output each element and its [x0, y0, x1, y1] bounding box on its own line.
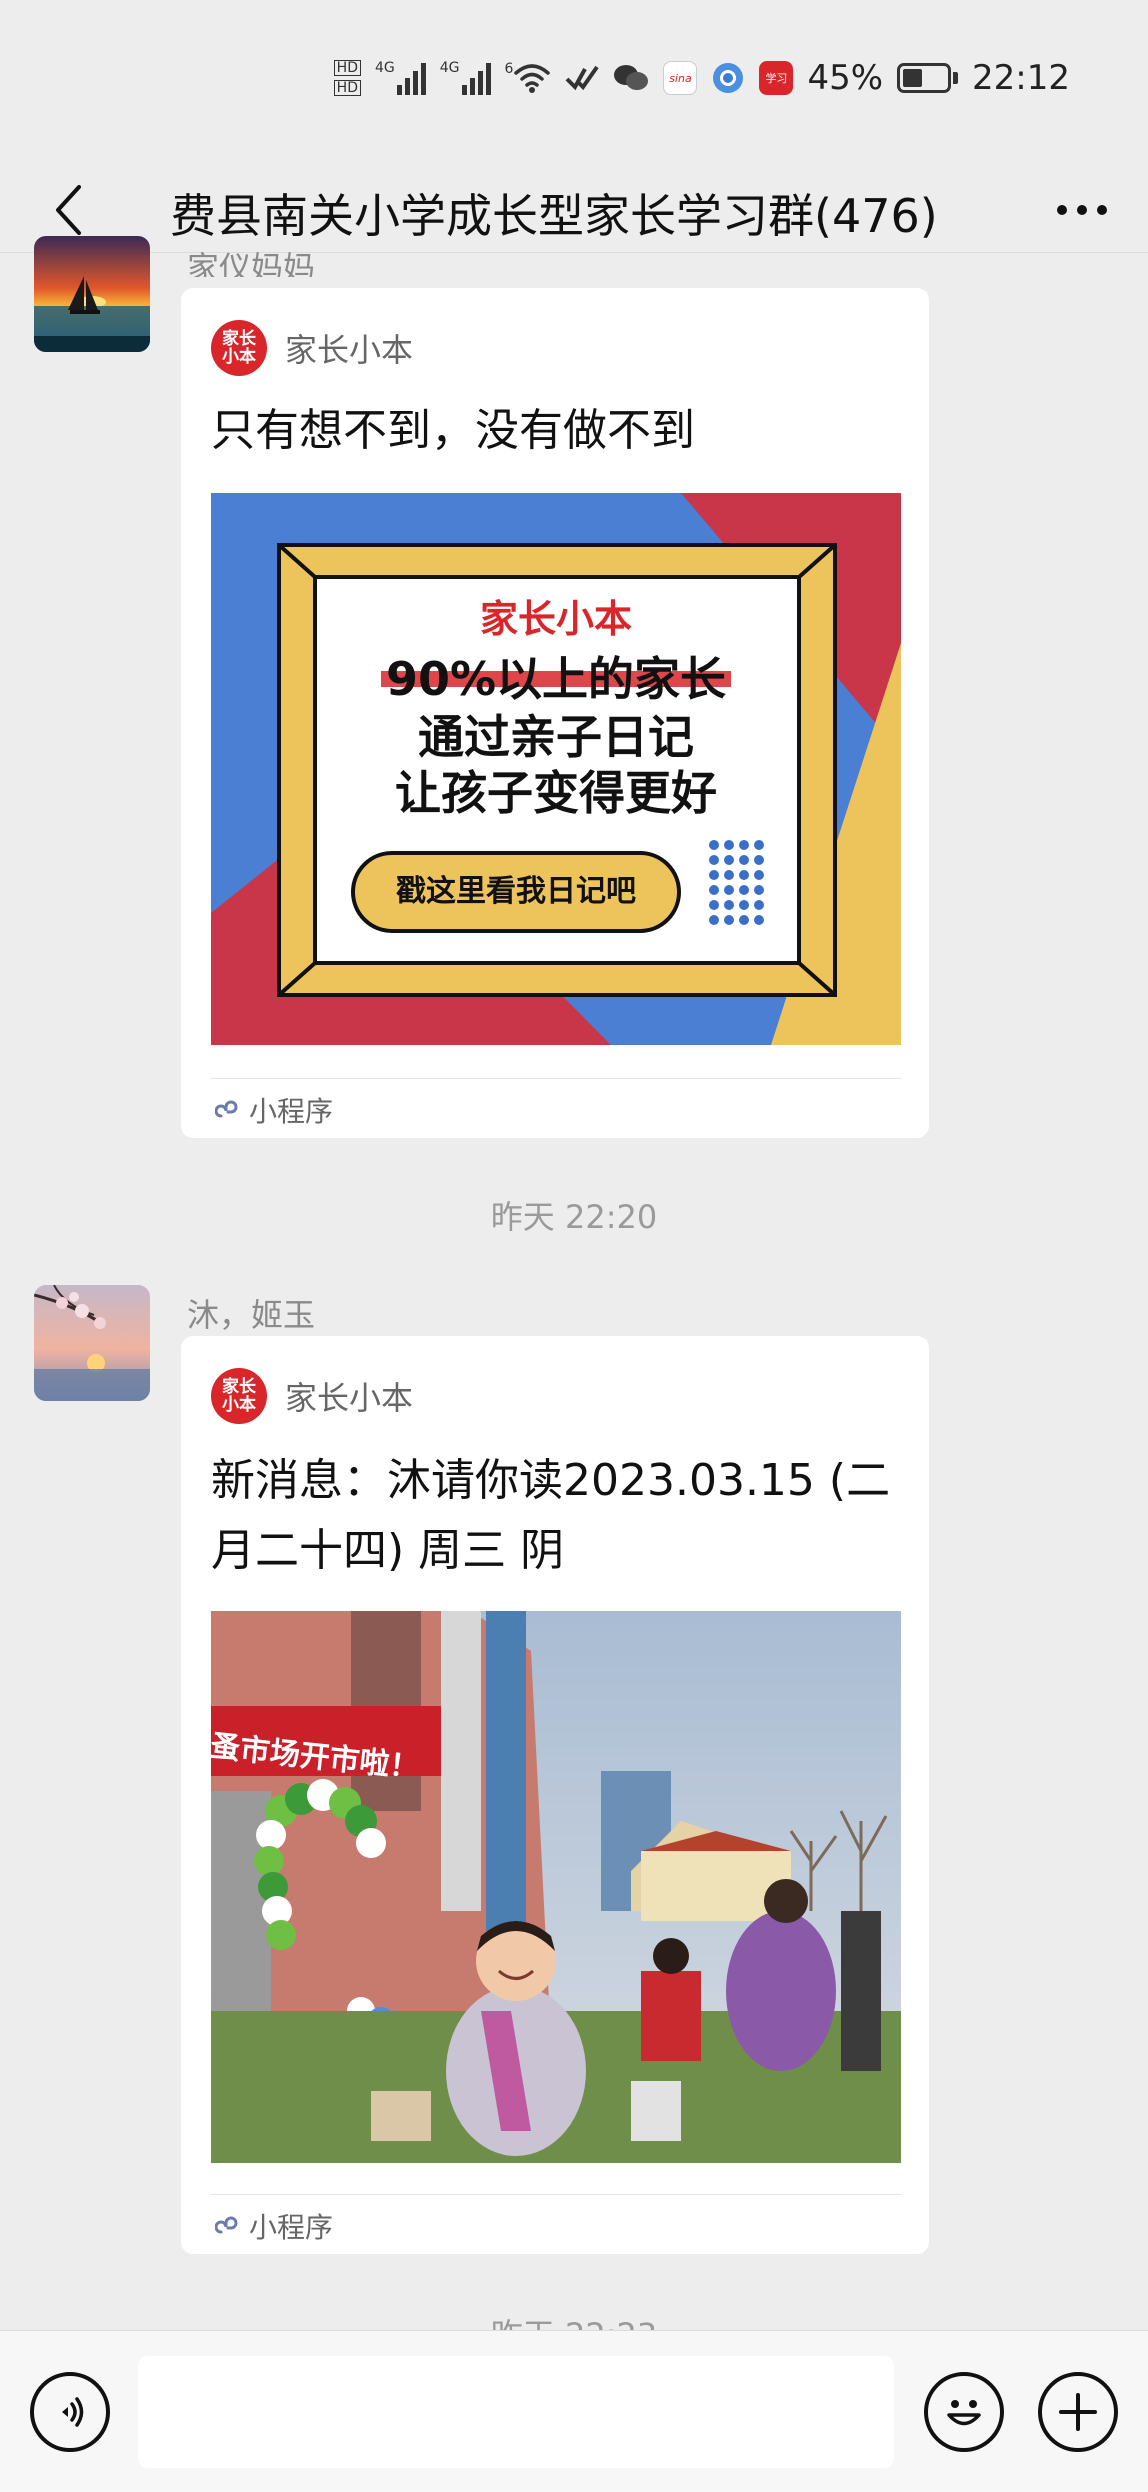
hd-label-2: HD	[333, 80, 361, 96]
plus-button[interactable]	[1038, 2372, 1118, 2452]
hd-label-1: HD	[333, 60, 361, 76]
miniprogram-card[interactable]: 家长小本 家长小本 只有想不到，没有做不到 家长小本 90%以上的家长 通过亲子…	[181, 288, 929, 1138]
input-bar	[0, 2330, 1148, 2492]
miniprogram-header: 家长小本 家长小本	[211, 320, 413, 376]
wechat-icon	[614, 65, 649, 90]
poster-line-3: 让孩子变得更好	[395, 766, 717, 820]
chat-header: 费县南关小学成长型家长学习群(476)	[0, 150, 1148, 268]
miniprogram-logo: 家长小本	[211, 320, 267, 376]
miniprogram-footer: 小程序	[215, 2206, 333, 2246]
battery-percent: 45%	[807, 58, 884, 98]
check-shield-icon	[566, 65, 600, 91]
dot-icon	[1057, 205, 1067, 215]
poster-cta-button: 戳这里看我日记吧	[396, 874, 636, 909]
poster-line-1: 90%以上的家长	[385, 652, 727, 706]
poster-brand: 家长小本	[479, 597, 632, 641]
status-bar: HD HD 4G 4G 6 sina 学习 45% 22:12	[0, 0, 1148, 150]
sina-app-icon: sina	[663, 61, 698, 95]
miniprogram-label: 小程序	[249, 1095, 334, 1128]
page-title: 费县南关小学成长型家长学习群(476)	[170, 189, 938, 243]
dot-icon	[1097, 205, 1107, 215]
net-type-1: 4G	[374, 60, 395, 76]
miniprogram-card[interactable]: 家长小本 家长小本 新消息：沐请你读2023.03.15 (二月二十四) 周三 …	[181, 1336, 929, 2254]
wifi-gen-label: 6	[504, 61, 514, 77]
photo-scene	[211, 1611, 901, 2163]
sunset-flowers-avatar	[34, 1285, 150, 1401]
study-app-label: 学习	[765, 72, 788, 85]
sender-name: 家仪妈妈	[187, 249, 316, 277]
card-title: 只有想不到，没有做不到	[211, 405, 695, 456]
avatar-sender-1[interactable]	[34, 236, 150, 352]
miniprogram-footer: 小程序	[215, 1090, 333, 1130]
browser-app-icon	[713, 63, 744, 93]
wifi-indicator: 6	[505, 62, 552, 94]
hd-indicators: HD HD	[333, 60, 361, 96]
miniprogram-header: 家长小本 家长小本	[211, 1368, 413, 1424]
message-input[interactable]	[138, 2356, 894, 2468]
miniprogram-name: 家长小本	[285, 331, 414, 369]
emoji-icon	[947, 2400, 981, 2426]
cell-signal-2: 4G	[440, 61, 491, 95]
more-button[interactable]	[1042, 170, 1122, 250]
battery-icon	[897, 63, 959, 93]
card-divider	[211, 1078, 901, 1079]
promo-poster: 家长小本 90%以上的家长 通过亲子日记 让孩子变得更好 戳这里看我日记吧	[211, 493, 901, 1045]
cell-signal-1: 4G	[375, 61, 426, 95]
card-divider	[211, 2194, 901, 2195]
signal-bars-icon	[396, 61, 426, 95]
plus-icon	[1059, 2393, 1097, 2431]
clock: 22:12	[972, 58, 1070, 98]
miniprogram-icon	[215, 1100, 238, 1118]
header-divider	[0, 252, 1148, 253]
miniprogram-name: 家长小本	[285, 1379, 414, 1417]
wifi-icon	[514, 64, 551, 93]
voice-icon	[62, 2397, 84, 2427]
sunset-sailboat-avatar	[34, 236, 150, 352]
card-title: 新消息：沐请你读2023.03.15 (二月二十四) 周三 阴	[211, 1455, 891, 1576]
signal-bars-icon	[461, 61, 491, 95]
sina-app-label: sina	[669, 71, 692, 85]
miniprogram-logo: 家长小本	[211, 1368, 267, 1424]
avatar-sender-2[interactable]	[34, 1285, 150, 1401]
emoji-button[interactable]	[924, 2372, 1004, 2452]
voice-button[interactable]	[30, 2372, 110, 2452]
timestamp: 昨天 22:20	[490, 1198, 658, 1236]
miniprogram-icon	[215, 2216, 238, 2234]
sender-name: 沐，姬玉	[187, 1296, 316, 1334]
net-type-2: 4G	[439, 60, 460, 76]
miniprogram-label: 小程序	[249, 2211, 334, 2244]
chevron-left-icon	[56, 185, 81, 235]
study-app-icon: 学习	[759, 61, 794, 95]
school-market-photo: 蚤市场开市啦！	[211, 1611, 901, 2163]
status-icons: HD HD 4G 4G 6 sina 学习 45% 22:12	[333, 50, 1070, 106]
dot-icon	[1077, 205, 1087, 215]
